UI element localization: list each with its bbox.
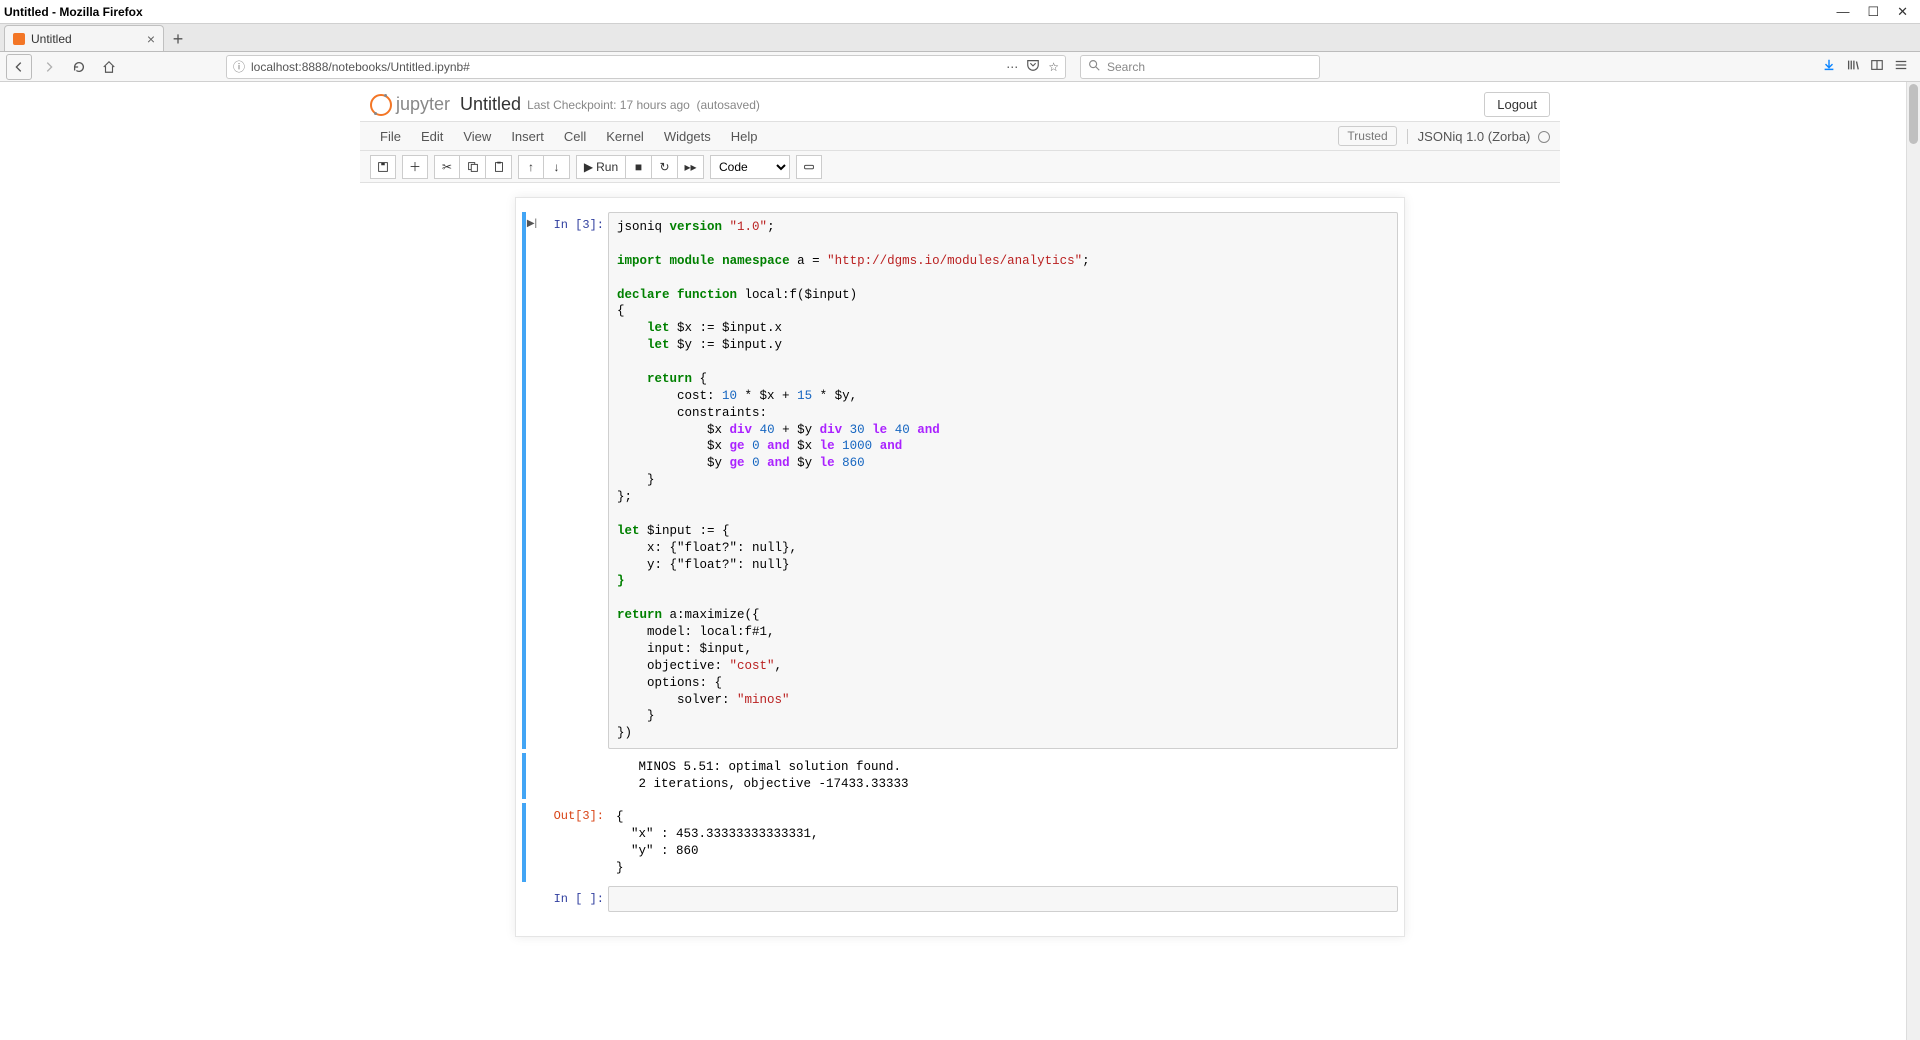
run-arrow-icon[interactable]: ▶|: [526, 212, 538, 749]
jupyter-logo[interactable]: jupyter: [370, 94, 450, 116]
jupyter-menu-bar: File Edit View Insert Cell Kernel Widget…: [360, 121, 1560, 151]
home-button[interactable]: [96, 54, 122, 80]
site-info-icon[interactable]: ⓘ: [233, 58, 245, 75]
interrupt-button[interactable]: ■: [626, 155, 652, 179]
code-content: jsoniq version "1.0"; import module name…: [617, 219, 1389, 742]
search-box[interactable]: Search: [1080, 55, 1320, 79]
cell-type-select[interactable]: Code: [710, 155, 790, 179]
tab-strip: Untitled × +: [0, 24, 1920, 52]
checkpoint-status: Last Checkpoint: 17 hours ago (autosaved…: [527, 98, 760, 112]
menu-cell[interactable]: Cell: [554, 123, 596, 150]
url-text: localhost:8888/notebooks/Untitled.ipynb#: [251, 60, 1000, 74]
minimize-button[interactable]: —: [1836, 4, 1849, 20]
menu-icon[interactable]: [1894, 58, 1908, 75]
pocket-icon[interactable]: [1026, 58, 1040, 75]
jupyter-page: jupyter Untitled Last Checkpoint: 17 hou…: [0, 82, 1920, 1040]
search-icon: [1087, 58, 1101, 75]
logout-button[interactable]: Logout: [1484, 92, 1550, 117]
command-palette-button[interactable]: [796, 155, 822, 179]
code-editor[interactable]: [608, 886, 1398, 912]
in-prompt: In [3]:: [554, 218, 604, 232]
kernel-indicator-icon: [1538, 131, 1550, 143]
jupyter-logo-icon: [370, 94, 392, 116]
library-icon[interactable]: [1846, 58, 1860, 75]
back-button[interactable]: [6, 54, 32, 80]
maximize-button[interactable]: ☐: [1867, 4, 1879, 20]
code-cell[interactable]: In [ ]:: [522, 886, 1398, 912]
paste-button[interactable]: [486, 155, 512, 179]
close-button[interactable]: ✕: [1897, 4, 1908, 20]
run-button[interactable]: ▶Run: [576, 155, 626, 179]
downloads-icon[interactable]: [1822, 58, 1836, 75]
move-down-button[interactable]: ↓: [544, 155, 570, 179]
output-result: Out[3]: { "x" : 453.33333333333331, "y" …: [522, 803, 1398, 883]
url-bar[interactable]: ⓘ localhost:8888/notebooks/Untitled.ipyn…: [226, 55, 1066, 79]
tab-title: Untitled: [31, 32, 72, 46]
jupyter-toolbar: ＋ ✂ ↑ ↓ ▶Run ■ ↻ ▸▸ Code: [360, 151, 1560, 183]
stdout-text: MINOS 5.51: optimal solution found. 2 it…: [616, 759, 1390, 793]
cut-button[interactable]: ✂: [434, 155, 460, 179]
search-placeholder: Search: [1107, 60, 1145, 74]
restart-run-all-button[interactable]: ▸▸: [678, 155, 704, 179]
output-stream: MINOS 5.51: optimal solution found. 2 it…: [522, 753, 1398, 799]
save-button[interactable]: [370, 155, 396, 179]
menu-view[interactable]: View: [453, 123, 501, 150]
sidebar-icon[interactable]: [1870, 58, 1884, 75]
scrollbar-track[interactable]: [1906, 82, 1920, 1040]
kernel-name[interactable]: JSONiq 1.0 (Zorba): [1407, 129, 1550, 144]
result-text: { "x" : 453.33333333333331, "y" : 860 }: [616, 809, 1390, 877]
out-prompt: Out[3]:: [554, 809, 604, 823]
menu-insert[interactable]: Insert: [501, 123, 554, 150]
menu-help[interactable]: Help: [721, 123, 768, 150]
jupyter-header: jupyter Untitled Last Checkpoint: 17 hou…: [360, 88, 1560, 121]
new-tab-button[interactable]: +: [164, 27, 192, 51]
trusted-badge[interactable]: Trusted: [1338, 126, 1396, 146]
insert-cell-button[interactable]: ＋: [402, 155, 428, 179]
menu-kernel[interactable]: Kernel: [596, 123, 654, 150]
notebook-container: ▶| In [3]: jsoniq version "1.0"; import …: [515, 197, 1405, 937]
reload-button[interactable]: [66, 54, 92, 80]
code-editor[interactable]: jsoniq version "1.0"; import module name…: [608, 212, 1398, 749]
browser-tab[interactable]: Untitled ×: [4, 25, 164, 51]
window-titlebar: Untitled - Mozilla Firefox — ☐ ✕: [0, 0, 1920, 24]
forward-button[interactable]: [36, 54, 62, 80]
code-cell[interactable]: ▶| In [3]: jsoniq version "1.0"; import …: [522, 212, 1398, 749]
menu-widgets[interactable]: Widgets: [654, 123, 721, 150]
in-prompt: In [ ]:: [554, 892, 604, 906]
toolbar-right: [1822, 58, 1914, 75]
menu-file[interactable]: File: [370, 123, 411, 150]
move-up-button[interactable]: ↑: [518, 155, 544, 179]
nav-toolbar: ⓘ localhost:8888/notebooks/Untitled.ipyn…: [0, 52, 1920, 82]
jupyter-favicon-icon: [13, 33, 25, 45]
page-actions-icon[interactable]: ⋯: [1006, 60, 1018, 74]
notebook-title[interactable]: Untitled: [460, 94, 521, 115]
tab-close-icon[interactable]: ×: [147, 31, 155, 47]
bookmark-star-icon[interactable]: ☆: [1048, 60, 1059, 74]
restart-button[interactable]: ↻: [652, 155, 678, 179]
window-title: Untitled - Mozilla Firefox: [4, 5, 1836, 19]
menu-edit[interactable]: Edit: [411, 123, 453, 150]
window-controls: — ☐ ✕: [1836, 4, 1916, 20]
scrollbar-thumb[interactable]: [1909, 84, 1918, 144]
copy-button[interactable]: [460, 155, 486, 179]
